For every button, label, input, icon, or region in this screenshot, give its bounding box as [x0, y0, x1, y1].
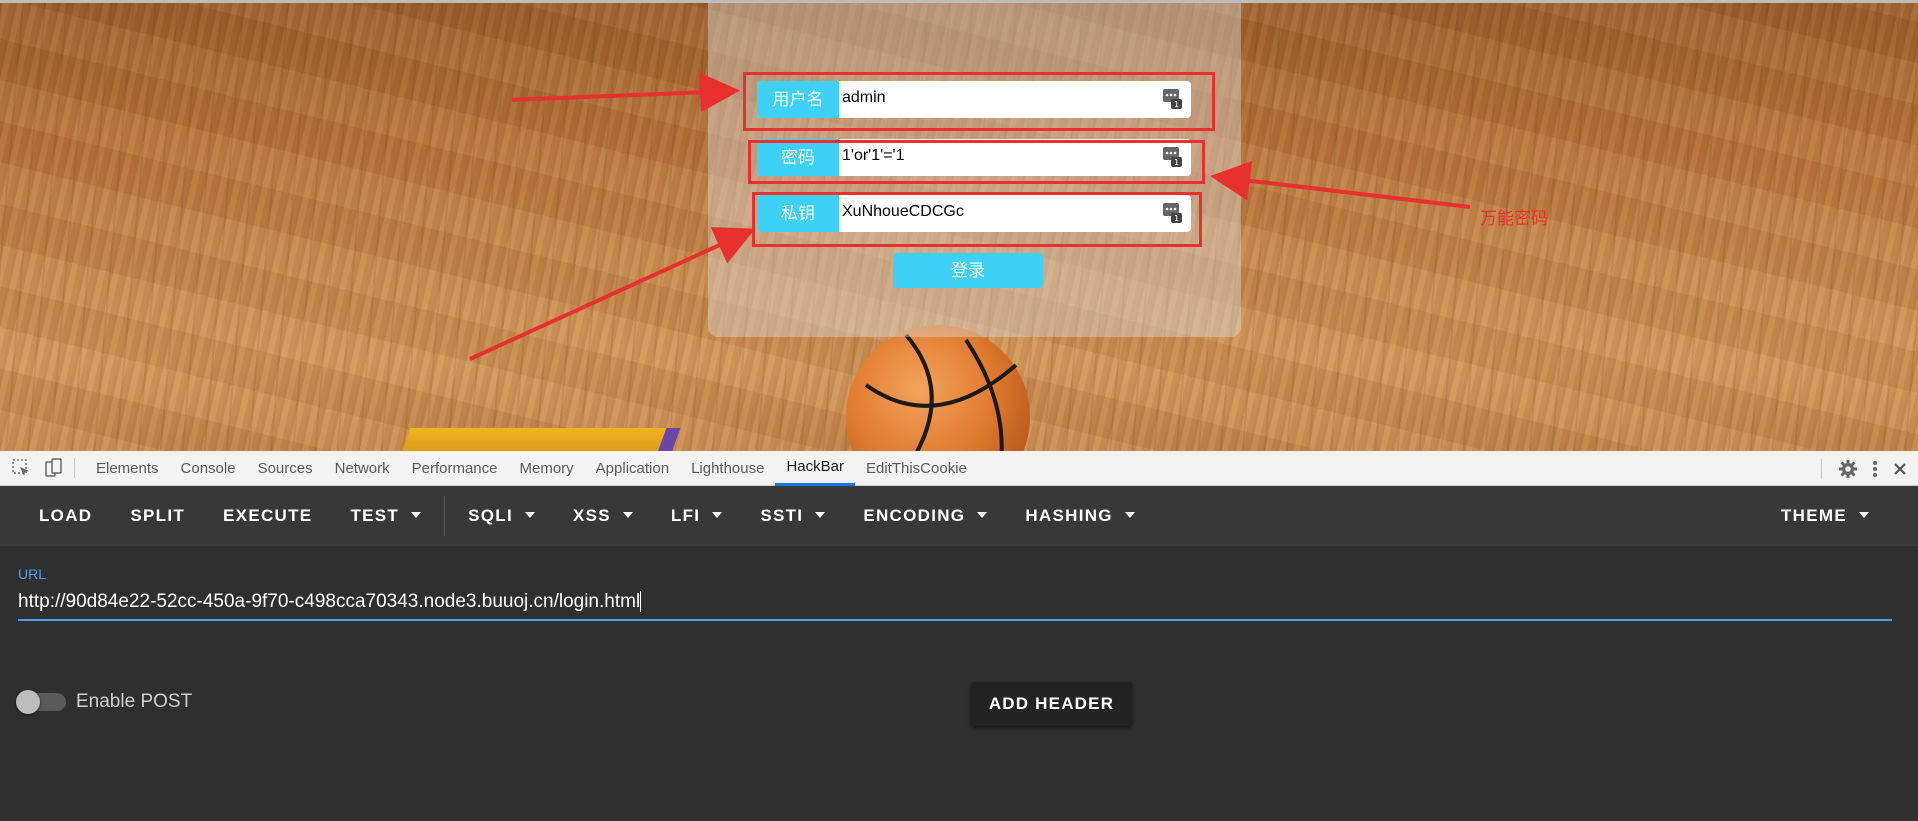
annotation-box-username: [743, 72, 1215, 131]
dropdown-caret-icon: [977, 511, 988, 518]
tab-hackbar[interactable]: HackBar: [775, 451, 855, 486]
dropdown-caret-icon: [411, 511, 422, 518]
test-menu[interactable]: TEST: [331, 486, 440, 546]
xss-menu-label: XSS: [572, 506, 611, 525]
hashing-menu[interactable]: HASHING: [1006, 486, 1154, 546]
dropdown-caret-icon: [1124, 511, 1135, 518]
execute-button[interactable]: EXECUTE: [204, 486, 331, 546]
add-header-button[interactable]: ADD HEADER: [971, 682, 1132, 726]
login-button[interactable]: 登录: [893, 253, 1043, 288]
tab-performance[interactable]: Performance: [401, 451, 509, 486]
tab-lighthouse[interactable]: Lighthouse: [680, 451, 775, 486]
theme-menu-label: THEME: [1781, 506, 1847, 525]
dropdown-caret-icon: [1859, 511, 1869, 518]
hackbar-toolbar: LOAD SPLIT EXECUTE TEST SQLI XSS LFI SST…: [0, 486, 1918, 546]
tab-memory[interactable]: Memory: [509, 451, 585, 486]
toolbar-divider: [444, 496, 446, 536]
lfi-menu-label: LFI: [670, 506, 701, 525]
text-cursor: [640, 591, 642, 613]
page-viewport: 用户名 admin 1 密码 1'or'1'='1 1 私钥 XuNhoueCD…: [0, 0, 1918, 451]
sqli-menu-label: SQLI: [468, 506, 513, 525]
theme-menu[interactable]: THEME: [1762, 486, 1888, 546]
load-button[interactable]: LOAD: [20, 486, 111, 546]
enable-post-label: Enable POST: [76, 691, 193, 712]
annotation-box-key: [752, 192, 1202, 247]
xss-menu[interactable]: XSS: [554, 486, 652, 546]
dropdown-caret-icon: [712, 511, 723, 518]
close-icon[interactable]: [1892, 461, 1908, 477]
inspect-element-icon[interactable]: [10, 457, 32, 479]
tab-sources[interactable]: Sources: [247, 451, 324, 486]
sqli-menu[interactable]: SQLI: [449, 486, 554, 546]
url-value: http://90d84e22-52cc-450a-9f70-c498cca70…: [18, 591, 641, 612]
tab-application[interactable]: Application: [585, 451, 680, 486]
ssti-menu-label: SSTI: [760, 506, 804, 525]
settings-gear-icon[interactable]: [1838, 459, 1858, 479]
url-label: URL: [18, 566, 47, 582]
basketball-image: [846, 325, 1030, 451]
encoding-menu-label: ENCODING: [863, 506, 966, 525]
hashing-menu-label: HASHING: [1025, 506, 1113, 525]
toggle-knob[interactable]: [16, 690, 40, 714]
more-options-icon[interactable]: [1872, 459, 1878, 479]
annotation-box-password: [748, 140, 1205, 184]
toggle-track[interactable]: [16, 690, 66, 714]
lfi-menu[interactable]: LFI: [652, 486, 741, 546]
tab-console[interactable]: Console: [170, 451, 247, 486]
enable-post-toggle[interactable]: Enable POST: [16, 690, 193, 714]
tab-divider: [1821, 458, 1822, 479]
annotation-note: 万能密码: [1480, 209, 1548, 228]
dropdown-caret-icon: [622, 511, 633, 518]
tab-divider: [74, 458, 75, 478]
tab-elements[interactable]: Elements: [85, 451, 170, 486]
split-button[interactable]: SPLIT: [111, 486, 204, 546]
dropdown-caret-icon: [524, 511, 535, 518]
tab-editthiscookie[interactable]: EditThisCookie: [855, 451, 978, 486]
book-image: [399, 428, 681, 451]
device-toolbar-icon[interactable]: [42, 457, 64, 479]
devtools-tab-strip: Elements Console Sources Network Perform…: [0, 451, 1918, 486]
encoding-menu[interactable]: ENCODING: [844, 486, 1006, 546]
test-menu-label: TEST: [350, 506, 400, 525]
url-input[interactable]: http://90d84e22-52cc-450a-9f70-c498cca70…: [18, 589, 1892, 621]
dropdown-caret-icon: [815, 511, 826, 518]
ssti-menu[interactable]: SSTI: [741, 486, 844, 546]
tab-network[interactable]: Network: [324, 451, 401, 486]
hackbar-panel: URL http://90d84e22-52cc-450a-9f70-c498c…: [0, 546, 1918, 821]
